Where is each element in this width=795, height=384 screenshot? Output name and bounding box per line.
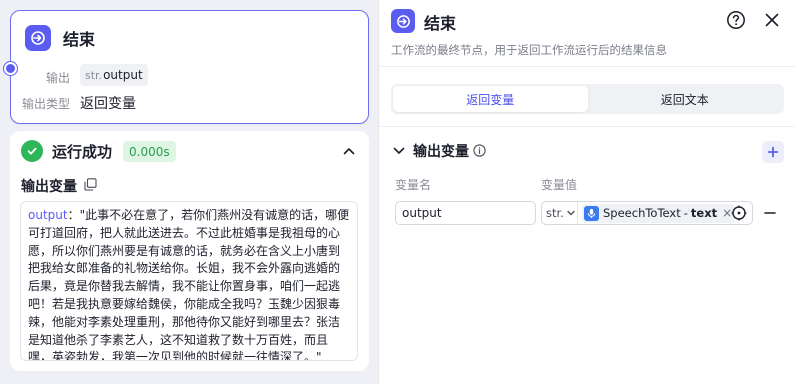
chevron-down-icon[interactable] bbox=[393, 146, 405, 156]
success-check-icon bbox=[21, 140, 43, 162]
close-icon[interactable] bbox=[763, 11, 781, 29]
reference-field-name: text bbox=[690, 206, 718, 220]
column-variable-value: 变量值 bbox=[541, 178, 578, 192]
variable-reference-chip[interactable]: SpeechToText - text × bbox=[582, 203, 736, 223]
column-variable-name: 变量名 bbox=[395, 178, 432, 192]
output-variable-title: 输出变量 bbox=[21, 179, 77, 195]
plus-icon bbox=[767, 146, 779, 158]
node-title: 结束 bbox=[63, 30, 96, 49]
output-variable-chip: str. output bbox=[80, 64, 148, 86]
end-node-card[interactable]: 结束 输出 str. output 输出类型 返回变量 bbox=[4, 10, 369, 124]
chevron-down-icon bbox=[567, 210, 575, 216]
output-variable-name: output bbox=[103, 68, 143, 82]
info-icon[interactable] bbox=[473, 144, 486, 157]
divider bbox=[379, 66, 795, 67]
output-text: ："此事不必在意了，若你们燕州没有诚意的话，哪便可打道回府，把人就此送进去。不过… bbox=[28, 208, 350, 361]
panel-title: 结束 bbox=[424, 14, 457, 33]
reference-node-name: SpeechToText bbox=[603, 206, 681, 220]
add-variable-button[interactable] bbox=[762, 141, 784, 163]
speech-to-text-icon bbox=[584, 205, 599, 221]
workflow-canvas: 结束 输出 str. output 输出类型 返回变量 运行成功 0.000s … bbox=[0, 0, 378, 384]
tab-return-variable[interactable]: 返回变量 bbox=[393, 86, 588, 112]
output-content: output："此事不必在意了，若你们燕州没有诚意的话，哪便可打道回府，把人就此… bbox=[20, 201, 358, 361]
node-config-panel: 结束 工作流的最终节点，用于返回工作流运行后的结果信息 返回变量 返回文本 输出… bbox=[378, 0, 795, 384]
tab-return-text[interactable]: 返回文本 bbox=[588, 86, 783, 112]
divider bbox=[379, 126, 795, 127]
return-mode-tabs: 返回变量 返回文本 bbox=[391, 84, 784, 114]
reference-separator: - bbox=[683, 206, 688, 220]
run-time-badge: 0.000s bbox=[123, 141, 176, 162]
panel-description: 工作流的最终节点，用于返回工作流运行后的结果信息 bbox=[391, 43, 667, 57]
end-node-icon bbox=[25, 25, 51, 51]
variable-value-field: str. SpeechToText - text × bbox=[541, 201, 753, 225]
end-node-icon bbox=[391, 9, 415, 33]
run-result-card: 运行成功 0.000s 输出变量 output："此事不必在意了，若你们燕州没有… bbox=[10, 131, 369, 371]
output-type-value: 返回变量 bbox=[80, 96, 136, 112]
output-type-prefix: str. bbox=[85, 68, 103, 82]
chevron-up-icon[interactable] bbox=[341, 143, 357, 159]
section-title: 输出变量 bbox=[413, 144, 469, 160]
variable-type-value: str. bbox=[546, 206, 564, 220]
input-port[interactable] bbox=[4, 62, 17, 75]
output-key: output bbox=[28, 208, 68, 222]
minus-icon[interactable] bbox=[763, 206, 777, 220]
copy-icon[interactable] bbox=[84, 178, 97, 191]
run-status: 运行成功 bbox=[52, 143, 113, 161]
target-icon[interactable] bbox=[731, 205, 747, 221]
variable-name-input[interactable]: output bbox=[395, 201, 536, 225]
output-type-label: 输出类型 bbox=[22, 97, 71, 111]
variable-type-select[interactable]: str. bbox=[542, 202, 578, 224]
output-label: 输出 bbox=[46, 71, 71, 85]
help-icon[interactable] bbox=[726, 10, 746, 30]
